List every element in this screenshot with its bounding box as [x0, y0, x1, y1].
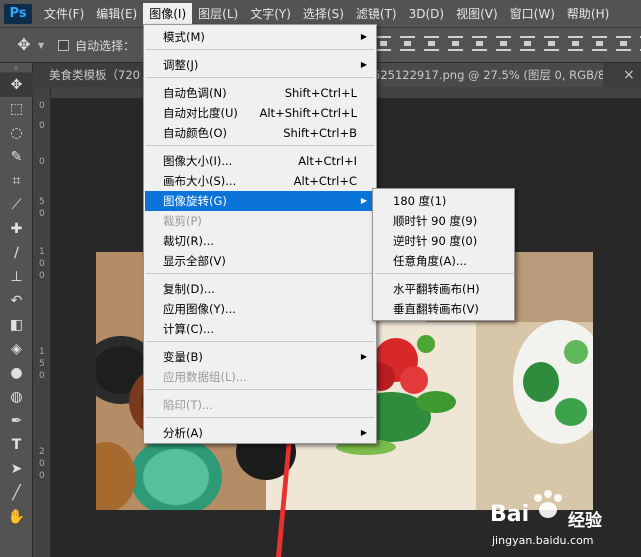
- menu-item-label: 裁切(R)...: [163, 234, 214, 248]
- menu-item-label: 复制(D)...: [163, 282, 215, 296]
- watermark-url: jingyan.baidu.com: [492, 534, 594, 547]
- menu-shortcut: Shift+Ctrl+L: [284, 86, 357, 100]
- menu-separator: [375, 273, 514, 274]
- menu-separator: [146, 389, 374, 390]
- baidu-jingyan-watermark: Bai 经验 jingyan.baidu.com: [490, 488, 638, 554]
- menu-item-mode[interactable]: 模式(M) ▶: [145, 27, 375, 47]
- menu-item-auto-color[interactable]: 自动颜色(O) Shift+Ctrl+B: [145, 123, 375, 143]
- menu-item-image-size[interactable]: 图像大小(I)... Alt+Ctrl+I: [145, 151, 375, 171]
- menu-item-label: 变量(B): [163, 350, 203, 364]
- menu-item-crop: 裁剪(P): [145, 211, 375, 231]
- menu-shortcut: Alt+Shift+Ctrl+L: [259, 106, 358, 120]
- menu-item-label: 显示全部(V): [163, 254, 226, 268]
- menu-item-label: 分析(A): [163, 426, 203, 440]
- watermark-brand-suffix: 经验: [568, 511, 602, 531]
- menu-separator: [146, 145, 374, 146]
- submenu-item-flip-horizontal[interactable]: 水平翻转画布(H): [374, 279, 513, 299]
- menu-item-label: 应用图像(Y)...: [163, 302, 236, 316]
- menu-item-label: 裁剪(P): [163, 214, 202, 228]
- submenu-item-rotate-cw-90[interactable]: 顺时针 90 度(9): [374, 211, 513, 231]
- submenu-item-flip-vertical[interactable]: 垂直翻转画布(V): [374, 299, 513, 319]
- menu-item-label: 图像旋转(G): [163, 194, 227, 208]
- menu-item-adjust[interactable]: 调整(J) ▶: [145, 55, 375, 75]
- menu-shortcut: Alt+Ctrl+C: [293, 174, 357, 188]
- image-menu-dropdown: 模式(M) ▶ 调整(J) ▶ 自动色调(N) Shift+Ctrl+L 自动对比度(…: [143, 24, 377, 444]
- menu-item-canvas-size[interactable]: 画布大小(S)... Alt+Ctrl+C: [145, 171, 375, 191]
- menu-item-apply-data-set: 应用数据组(L)...: [145, 367, 375, 387]
- menu-separator: [146, 417, 374, 418]
- menu-item-label: 应用数据组(L)...: [163, 370, 247, 384]
- menu-item-label: 自动色调(N): [163, 86, 227, 100]
- menu-item-reveal-all[interactable]: 显示全部(V): [145, 251, 375, 271]
- menu-item-label: 调整(J): [163, 58, 199, 72]
- menu-item-auto-tone[interactable]: 自动色调(N) Shift+Ctrl+L: [145, 83, 375, 103]
- submenu-arrow-icon: ▶: [360, 428, 367, 437]
- menu-item-duplicate[interactable]: 复制(D)...: [145, 279, 375, 299]
- submenu-arrow-icon: ▶: [360, 60, 367, 69]
- menu-shortcut: Alt+Ctrl+I: [298, 154, 357, 168]
- menu-separator: [146, 273, 374, 274]
- menu-item-label: 模式(M): [163, 30, 205, 44]
- menu-item-apply-image[interactable]: 应用图像(Y)...: [145, 299, 375, 319]
- menu-item-label: 自动对比度(U): [163, 106, 238, 120]
- menu-item-trim[interactable]: 裁切(R)...: [145, 231, 375, 251]
- submenu-item-rotate-ccw-90[interactable]: 逆时针 90 度(0): [374, 231, 513, 251]
- menu-item-trap: 陷印(T)...: [145, 395, 375, 415]
- menu-item-calculations[interactable]: 计算(C)...: [145, 319, 375, 339]
- menu-separator: [146, 49, 374, 50]
- image-rotation-submenu: 180 度(1) 顺时针 90 度(9) 逆时针 90 度(0) 任意角度(A)…: [372, 188, 515, 321]
- submenu-item-rotate-180[interactable]: 180 度(1): [374, 191, 513, 211]
- submenu-arrow-icon: ▶: [360, 352, 367, 361]
- menu-item-label: 图像大小(I)...: [163, 154, 233, 168]
- menu-item-label: 自动颜色(O): [163, 126, 228, 140]
- menu-separator: [146, 77, 374, 78]
- menu-shortcut: Shift+Ctrl+B: [283, 126, 357, 140]
- menu-separator: [146, 341, 374, 342]
- menu-item-label: 画布大小(S)...: [163, 174, 237, 188]
- menu-item-analysis[interactable]: 分析(A) ▶: [145, 423, 375, 443]
- menu-item-label: 陷印(T)...: [163, 398, 213, 412]
- submenu-arrow-icon: ▶: [360, 196, 367, 205]
- menu-item-variables[interactable]: 变量(B) ▶: [145, 347, 375, 367]
- menu-item-auto-contrast[interactable]: 自动对比度(U) Alt+Shift+Ctrl+L: [145, 103, 375, 123]
- watermark-brand: Bai: [490, 502, 530, 527]
- menu-item-image-rotation[interactable]: 图像旋转(G) ▶: [145, 191, 375, 211]
- submenu-arrow-icon: ▶: [360, 32, 367, 41]
- menu-item-label: 计算(C)...: [163, 322, 214, 336]
- submenu-item-arbitrary[interactable]: 任意角度(A)...: [374, 251, 513, 271]
